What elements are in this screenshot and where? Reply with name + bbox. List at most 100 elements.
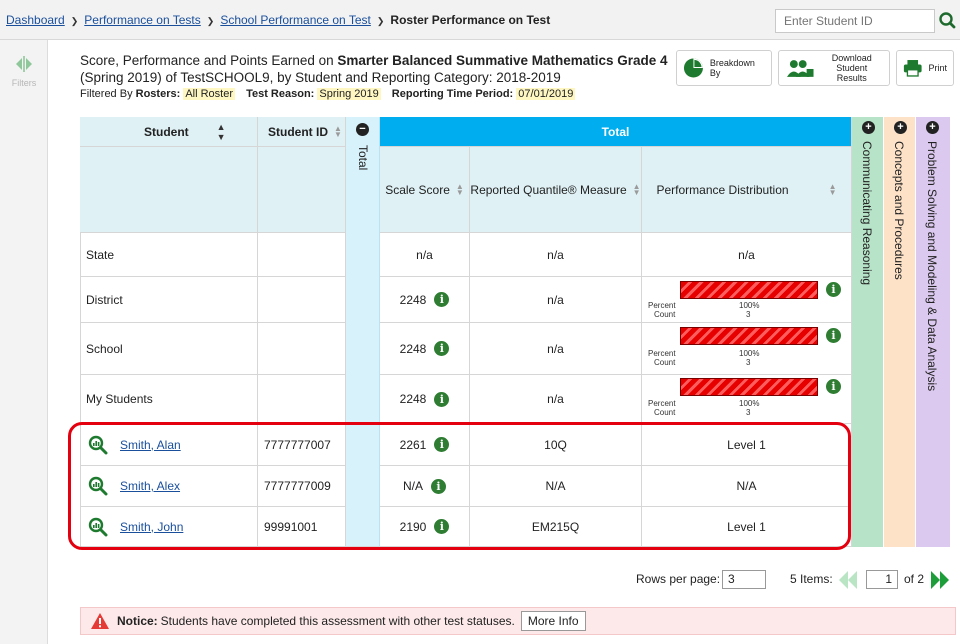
count-value: 3 [746,358,751,367]
breadcrumb-school-performance[interactable]: School Performance on Test [220,13,371,27]
col-header-performance-distribution[interactable]: Performance Distribution ▲ ▼ [642,147,852,233]
table-row-label: School [80,323,258,375]
table-row[interactable]: Smith, Alan [80,424,258,466]
expand-category-icon[interactable]: + [926,121,939,134]
student-report-icon[interactable] [88,517,108,537]
table-row[interactable]: Smith, John [80,507,258,547]
breadcrumb: Dashboard ❯ Performance on Tests ❯ School Pe… [6,13,550,27]
header-blank [258,147,346,233]
filters-label: Filters [11,78,37,88]
search-button[interactable] [935,9,960,33]
filtered-by-label: Filtered By [80,88,133,100]
student-report-icon[interactable] [88,435,108,455]
student-id-cell: 7777777009 [258,466,346,507]
sort-icon: ▲ ▼ [828,181,837,197]
col-header-student-id[interactable]: Student ID ▲ ▼ [258,117,346,147]
printer-icon [903,60,922,77]
expand-category-icon[interactable]: + [862,121,875,134]
info-icon[interactable]: i [826,379,841,394]
performance-cell: i Percent 100% Count 3 [642,375,852,424]
student-name-link[interactable]: Smith, Alan [120,438,181,452]
print-button[interactable]: Print [896,50,954,86]
table-cell [258,233,346,277]
category-label: Concepts and Procedures [892,141,906,280]
top-bar: Dashboard ❯ Performance on Tests ❯ School Pe… [0,0,960,40]
total-collapsed-label: Total [356,145,370,171]
level-cell: Level 1 [642,424,852,466]
scale-score-value: 2248 [399,392,427,406]
scale-score-value: 2248 [399,292,427,307]
performance-bar-level-1[interactable] [680,281,818,299]
sort-icon: ▲ ▼ [455,181,464,197]
sort-icon: ▲ ▼ [216,121,226,142]
reason-value: Spring 2019 [317,88,381,100]
percent-label: Percent [648,301,676,310]
scale-score-cell: n/a [380,233,470,277]
page-number-input[interactable]: 1 [866,570,898,589]
student-id-cell: 7777777007 [258,424,346,466]
info-icon[interactable]: i [826,328,841,343]
chevron-right-icon: ❯ [206,16,215,26]
percent-value: 100% [739,301,760,310]
info-icon[interactable]: i [431,478,446,494]
percent-value: 100% [739,349,760,358]
info-icon[interactable]: i [434,292,450,307]
percent-label: Percent [648,399,676,408]
roster-table: Student ▲ ▼ Student ID ▲ ▼ − Total Total S… [80,117,950,547]
performance-bar-level-1[interactable] [680,327,818,345]
scale-score-value: N/A [402,479,423,493]
student-report-icon[interactable] [88,476,108,496]
count-value: 3 [746,408,751,417]
count-label: Count [654,408,676,417]
scale-score-cell: 2190 i [380,507,470,547]
count-label: Count [654,310,676,319]
download-student-results-button[interactable]: Download Student Results [778,50,890,86]
table-row[interactable]: Smith, Alex [80,466,258,507]
quantile-cell: n/a [470,233,642,277]
student-id-search-input[interactable] [775,9,935,33]
col-header-student[interactable]: Student ▲ ▼ [80,117,258,147]
collapse-total-icon[interactable]: − [356,123,369,136]
student-name-link[interactable]: Smith, John [120,520,183,534]
quantile-cell: n/a [470,323,642,375]
col-header-scale-score[interactable]: Scale Score ▲ ▼ [380,147,470,233]
student-header-label: Student [144,124,189,139]
level-cell: Level 1 [642,507,852,547]
info-icon[interactable]: i [434,391,450,407]
info-icon[interactable]: i [434,437,450,452]
student-name-link[interactable]: Smith, Alex [120,479,180,493]
items-count-label: 5 Items: [790,572,833,586]
filters-sidebar[interactable]: Filters [0,40,48,644]
notice-label: Notice: [117,614,158,628]
expand-category-icon[interactable]: + [894,121,907,134]
info-icon[interactable]: i [434,519,450,534]
category-label: Problem Solving and Modeling & Data Anal… [925,141,939,392]
table-row-label: My Students [80,375,258,424]
scale-score-value: 2190 [399,519,427,534]
more-info-button[interactable]: More Info [520,611,586,631]
scale-score-value: 2248 [399,341,427,356]
total-collapsed-column[interactable] [346,117,380,547]
next-page-icon[interactable] [930,569,952,591]
performance-cell: n/a [642,233,852,277]
search-icon [939,12,956,29]
quantile-cell: n/a [470,375,642,424]
breakdown-by-button[interactable]: Breakdown By [676,50,772,86]
users-icon [786,60,814,77]
expand-collapse-icon[interactable] [14,54,34,74]
pie-chart-icon [683,58,703,78]
test-name: Smarter Balanced Summative Mathematics G… [337,53,668,68]
rows-per-page-label: Rows per page: [636,572,721,586]
performance-bar-level-1[interactable] [680,378,818,396]
scale-score-value: 2261 [399,437,427,452]
previous-page-icon[interactable] [838,569,858,591]
breadcrumb-dashboard[interactable]: Dashboard [6,13,65,27]
info-icon[interactable]: i [826,282,841,297]
col-header-quantile[interactable]: Reported Quantile® Measure ▲ ▼ [470,147,642,233]
rosters-value: All Roster [183,88,236,100]
title-prefix: Score, Performance and Points Earned on [80,53,338,68]
info-icon[interactable]: i [434,341,450,356]
rows-per-page-input[interactable]: 3 [722,570,766,589]
download-label: Download Student Results [821,53,884,83]
breadcrumb-performance-on-tests[interactable]: Performance on Tests [84,13,201,27]
